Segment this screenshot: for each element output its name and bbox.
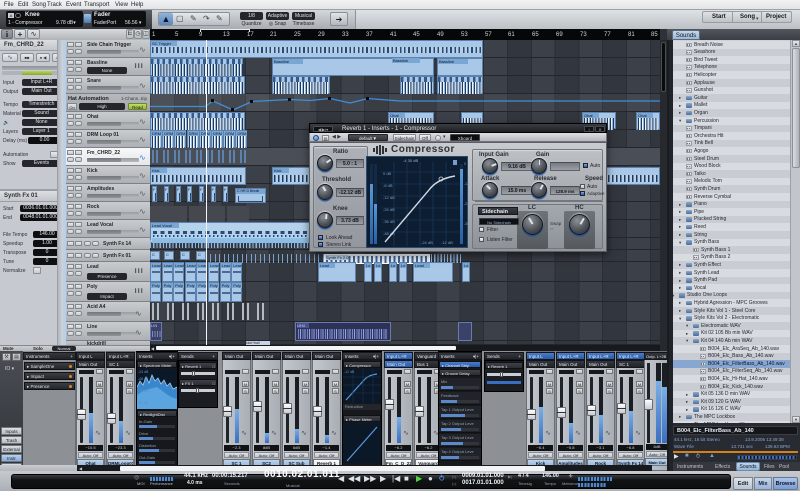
svg-text:-36 dB: -36 dB: [383, 219, 395, 224]
svg-text:-12 dB: -12 dB: [441, 240, 453, 245]
svg-text:-24 dB: -24 dB: [383, 207, 395, 212]
svg-text:-6 dB: -6 dB: [383, 183, 393, 188]
svg-text:0 dB: 0 dB: [383, 171, 392, 176]
svg-text:-12 dB: -12 dB: [383, 195, 395, 200]
svg-text:-24 dB: -24 dB: [421, 240, 433, 245]
